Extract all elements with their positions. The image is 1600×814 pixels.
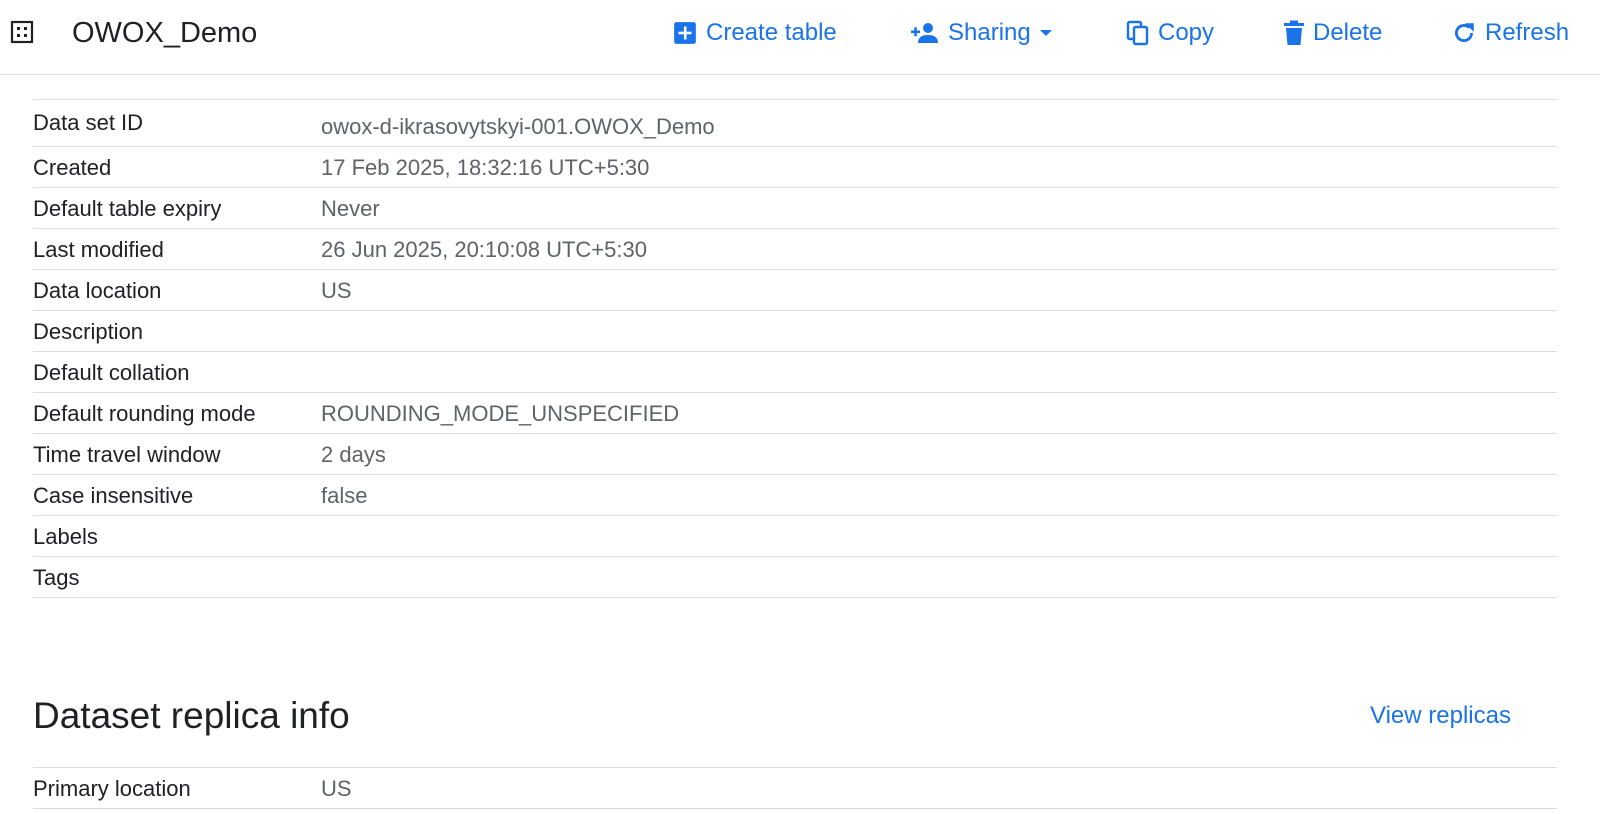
detail-row-created: Created 17 Feb 2025, 18:32:16 UTC+5:30 [33,147,1557,188]
detail-key: Last modified [33,237,164,262]
refresh-label: Refresh [1485,19,1570,46]
delete-button[interactable]: Delete [1283,16,1382,50]
detail-value: 2 days [321,442,386,467]
detail-row-time-travel-window: Time travel window 2 days [33,434,1557,475]
detail-key: Time travel window [33,442,221,467]
detail-key: Default rounding mode [33,401,256,426]
detail-value [321,311,1557,351]
sharing-label: Sharing [948,19,1031,46]
detail-value: ROUNDING_MODE_UNSPECIFIED [321,401,680,426]
add-box-icon [672,20,698,46]
refresh-button[interactable]: Refresh [1451,16,1569,50]
replica-details-table: Primary location US [33,767,1557,809]
detail-row-case-insensitive: Case insensitive false [33,475,1557,516]
copy-label: Copy [1158,19,1215,46]
sharing-button[interactable]: Sharing [910,16,1053,50]
view-replicas-link[interactable]: View replicas [1370,701,1511,731]
detail-row-default-table-expiry: Default table expiry Never [33,188,1557,229]
create-table-label: Create table [706,19,837,46]
dataset-details-table: Data set ID owox-d-ikrasovytskyi-001.OWO… [33,99,1557,598]
detail-value: false [321,483,368,508]
detail-value: 17 Feb 2025, 18:32:16 UTC+5:30 [321,155,650,180]
refresh-icon [1451,20,1477,46]
delete-label: Delete [1313,19,1383,46]
detail-key: Primary location [33,776,191,801]
detail-key: Data location [33,278,162,303]
detail-row-dataset-id: Data set ID owox-d-ikrasovytskyi-001.OWO… [33,100,1557,147]
detail-row-labels: Labels [33,516,1557,557]
dropdown-arrow-icon [1039,28,1053,38]
detail-row-default-rounding-mode: Default rounding mode ROUNDING_MODE_UNSP… [33,393,1557,434]
copy-icon [1126,20,1150,46]
detail-key: Tags [33,565,80,590]
detail-key: Description [33,319,144,344]
detail-row-description: Description [33,311,1557,352]
person-add-icon [910,20,940,46]
dataset-title: OWOX_Demo [72,17,258,49]
detail-key: Created [33,155,112,180]
detail-row-tags: Tags [33,557,1557,598]
detail-row-default-collation: Default collation [33,352,1557,393]
detail-key: Default table expiry [33,196,222,221]
detail-value [321,516,1557,556]
detail-value: 26 Jun 2025, 20:10:08 UTC+5:30 [321,237,647,262]
detail-row-last-modified: Last modified 26 Jun 2025, 20:10:08 UTC+… [33,229,1557,270]
detail-value: owox-d-ikrasovytskyi-001.OWOX_Demo [321,114,715,139]
detail-key: Data set ID [33,110,144,135]
detail-row-primary-location: Primary location US [33,768,1557,809]
detail-value [321,557,1557,597]
detail-key: Labels [33,524,98,549]
replica-section-title: Dataset replica info [33,695,350,736]
detail-value: US [321,278,352,303]
dataset-toolbar: OWOX_Demo Create table Sharing Copy Dele… [0,0,1600,75]
copy-button[interactable]: Copy [1126,16,1214,50]
detail-value: US [321,776,352,801]
detail-key: Case insensitive [33,483,194,508]
detail-key: Default collation [33,360,190,385]
trash-icon [1283,20,1305,46]
detail-row-data-location: Data location US [33,270,1557,311]
detail-value [321,352,1557,392]
create-table-button[interactable]: Create table [672,16,837,50]
detail-value: Never [321,196,380,221]
dataset-grid-icon [10,20,34,44]
